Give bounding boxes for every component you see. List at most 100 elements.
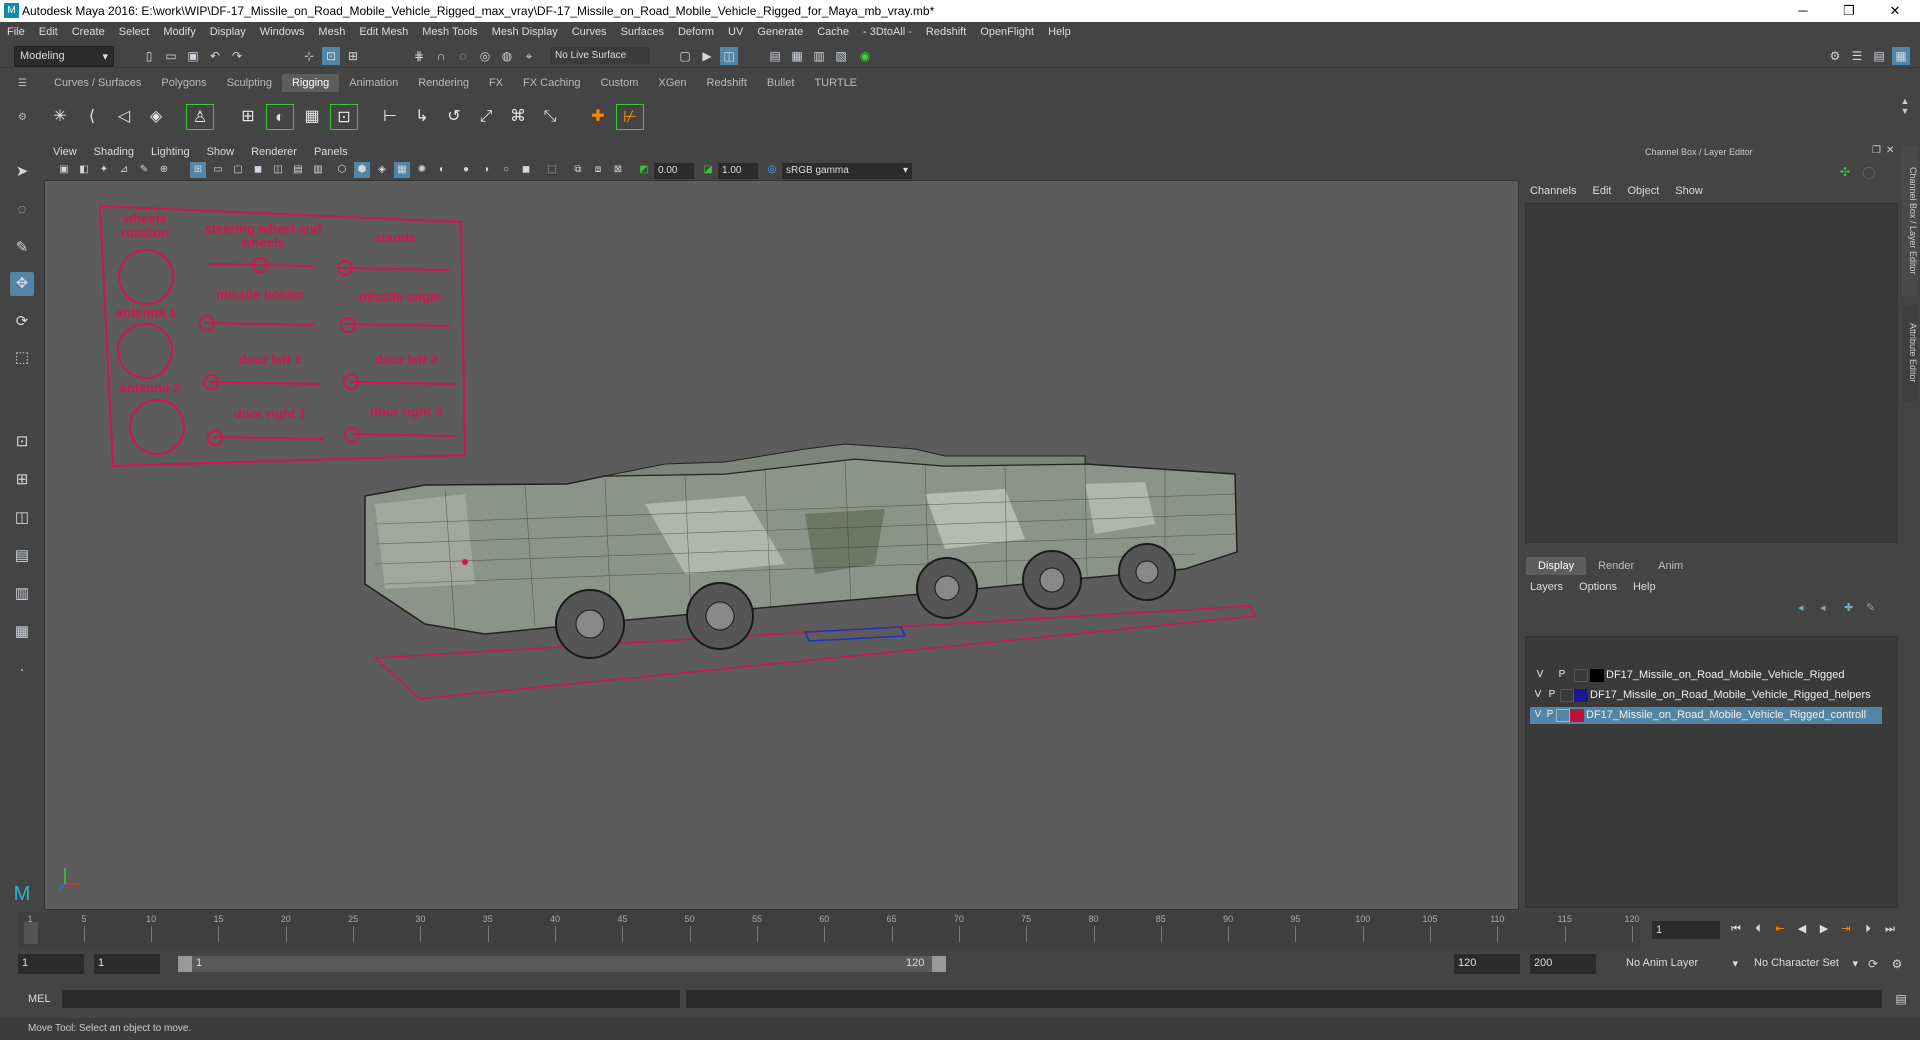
lattice-icon[interactable]: ▦ [298,104,326,130]
2d-pan-zoom-icon[interactable]: ⊕ [156,162,172,178]
more-layouts-icon[interactable]: · [10,658,34,682]
set-driven-key-icon[interactable]: ⊬ [616,104,644,130]
mel-label[interactable]: MEL [28,993,51,1005]
move-layer-up-icon[interactable]: ◂ [1798,601,1804,614]
layer-name[interactable]: DF17_Missile_on_Road_Mobile_Vehicle_Rigg… [1606,669,1844,681]
menu-windows[interactable]: Windows [253,22,312,38]
vp-menu-shading[interactable]: Shading [85,143,142,158]
time-slider[interactable]: 1 5 10 15 20 25 30 35 40 45 50 55 60 65 70 75 80 85 90 95 10… [18,912,1640,948]
snap-view-icon[interactable]: ◎ [476,47,494,65]
play-forwards-icon[interactable]: ▶ [1816,921,1832,937]
step-forward-frame-icon[interactable]: ⇥ [1838,921,1854,937]
layer-color-swatch[interactable] [1574,689,1588,702]
menu-surfaces[interactable]: Surfaces [614,22,671,38]
menu-3dtoall[interactable]: - 3DtoAll - [856,22,919,38]
render-settings-icon[interactable]: ▤ [766,47,784,65]
paint-select-icon[interactable]: ✎ [10,236,34,260]
layer-name[interactable]: DF17_Missile_on_Road_Mobile_Vehicle_Rigg… [1590,689,1871,701]
new-layer-selected-icon[interactable]: ✎ [1866,601,1875,614]
cb-menu-object[interactable]: Object [1619,185,1667,197]
tab-display[interactable]: Display [1526,557,1587,575]
menu-edit[interactable]: Edit [32,22,65,38]
exposure-field[interactable]: 0.00 [654,163,694,179]
snap-surface-icon[interactable]: ◍ [498,47,516,65]
play-backwards-icon[interactable]: ◀ [1794,921,1810,937]
side-tab-attribute-editor[interactable]: Attribute Editor [1902,305,1918,401]
channel-box-toggle-icon[interactable]: ▦ [1892,47,1910,65]
four-pane-icon[interactable]: ⊞ [10,468,34,492]
mode-dropdown[interactable]: Modeling ▾ [14,46,114,67]
auto-key-icon[interactable]: ⟳ [1864,955,1882,973]
ik-spline-icon[interactable]: ◁ [110,104,138,130]
menu-mesh[interactable]: Mesh [311,22,352,38]
end-time-field[interactable]: 200 [1530,954,1596,974]
anti-aliasing-icon[interactable]: ○ [498,162,514,178]
layer-row[interactable]: V P DF17_Missile_on_Road_Mobile_Vehicle_… [1530,687,1882,704]
xray-icon[interactable]: ⧉ [570,162,586,178]
camera-select-icon[interactable]: ▣ [56,162,72,178]
tab-redshift[interactable]: Redshift [697,74,757,92]
channel-box-key-icon[interactable]: ◯ [1862,165,1875,179]
layer-playback-toggle[interactable]: P [1544,709,1556,720]
lights-icon[interactable]: ✺ [414,162,430,178]
tab-fx-caching[interactable]: FX Caching [513,74,590,92]
xray-components-icon[interactable]: ⊠ [610,162,626,178]
tab-rigging[interactable]: Rigging [281,74,340,92]
script-editor-icon[interactable]: ▤ [1892,990,1910,1008]
step-back-frame-icon[interactable]: ⇤ [1772,921,1788,937]
image-plane-icon[interactable]: ⊿ [116,162,132,178]
menu-uv[interactable]: UV [721,22,750,38]
snap-curve-icon[interactable]: ∩ [432,47,450,65]
menu-help[interactable]: Help [1041,22,1078,38]
tab-rendering[interactable]: Rendering [408,74,479,92]
menu-display[interactable]: Display [203,22,253,38]
render-frame-icon[interactable]: ▶ [698,47,716,65]
point-constraint-icon[interactable]: ⊢ [376,104,404,130]
smooth-shade-icon[interactable]: ⬢ [354,162,370,178]
rotate-tool-icon[interactable]: ⟳ [10,310,34,334]
vp-menu-renderer[interactable]: Renderer [242,143,305,158]
menu-modify[interactable]: Modify [156,22,202,38]
depth-of-field-icon[interactable]: ◼ [518,162,534,178]
render-view-icon[interactable]: ▢ [676,47,694,65]
menu-generate[interactable]: Generate [750,22,810,38]
layer-color-swatch[interactable] [1570,709,1584,722]
select-tool-icon[interactable]: ➤ [10,160,34,184]
anim-layer-dropdown[interactable]: No Anim Layer ▾ [1622,954,1742,974]
current-time-marker[interactable] [24,922,38,944]
restore-button[interactable]: ❐ [1826,0,1872,22]
safe-title-icon[interactable]: ▥ [310,162,326,178]
character-set-dropdown[interactable]: No Character Set ▾ [1750,954,1862,974]
grid-icon[interactable]: ⊞ [190,162,206,178]
modeling-toolkit-icon[interactable]: ⚙ [1826,47,1844,65]
vp-menu-show[interactable]: Show [198,143,243,158]
single-pane-icon[interactable]: ⊡ [10,430,34,454]
tab-anim[interactable]: Anim [1646,557,1695,575]
shelf-scroll-icon[interactable]: ▲ ▼ [1898,96,1912,136]
select-component-icon[interactable]: ⊞ [344,47,362,65]
start-time-field[interactable]: 1 [18,954,84,974]
vehicle-model[interactable] [364,443,1238,659]
vp-menu-lighting[interactable]: Lighting [142,143,198,158]
layer-color-swatch[interactable] [1590,669,1604,682]
cb-menu-show[interactable]: Show [1667,185,1711,197]
command-input[interactable] [62,990,680,1008]
select-hierarchy-icon[interactable]: ⊹ [300,47,318,65]
layer-playback-toggle[interactable]: P [1556,669,1568,680]
gamma-field[interactable]: 1.00 [718,163,758,179]
aim-constraint-icon[interactable]: ↳ [408,104,436,130]
pole-vector-icon[interactable]: ⤡ [536,104,564,130]
layer-visibility-toggle[interactable]: V [1532,689,1544,700]
minimize-button[interactable]: ─ [1780,0,1826,22]
parent-constraint-icon[interactable]: ⌘ [504,104,532,130]
viewport[interactable]: wheels rotation steering wheel and wheel… [44,143,1519,910]
light-editor-icon[interactable]: ▧ [832,47,850,65]
le-menu-options[interactable]: Options [1571,581,1625,593]
menu-edit-mesh[interactable]: Edit Mesh [352,22,415,38]
tab-turtle[interactable]: TURTLE [804,74,867,92]
orient-constraint-icon[interactable]: ↺ [440,104,468,130]
menu-select[interactable]: Select [112,22,157,38]
colorspace-dropdown[interactable]: sRGB gamma ▾ [782,163,912,179]
layer-type-toggle[interactable] [1574,669,1588,682]
range-start-handle[interactable] [178,956,192,972]
